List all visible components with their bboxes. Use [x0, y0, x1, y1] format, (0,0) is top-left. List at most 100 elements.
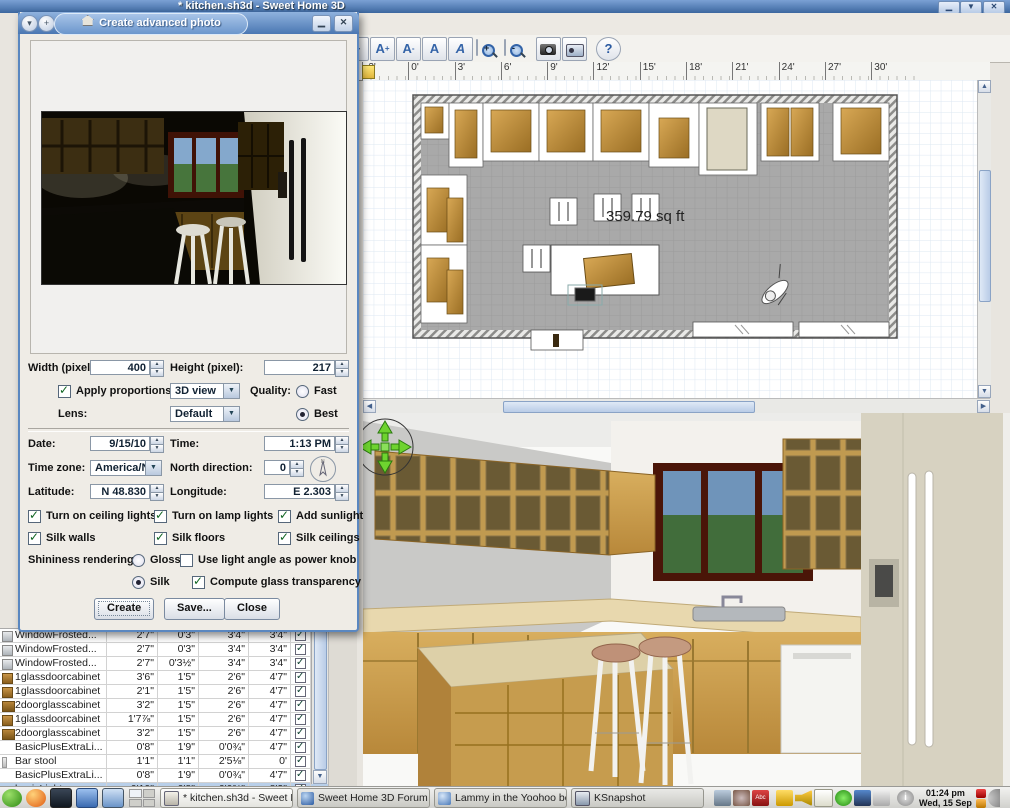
scroll-left-icon[interactable]: ◀	[363, 400, 376, 413]
apply-proportions-checkbox[interactable]	[58, 385, 71, 398]
save-button[interactable]: Save...	[164, 598, 225, 620]
scroll-down-icon[interactable]: ▼	[978, 385, 991, 398]
table-row[interactable]: 1glassdoorcabinet 1'7⅞" 1'5" 2'6" 4'7"	[0, 713, 356, 727]
furniture-visible-checkbox[interactable]	[291, 699, 311, 712]
mail-launcher-icon[interactable]	[102, 788, 124, 808]
furniture-list[interactable]: WindowFrosted... 2'7" 0'3" 3'4" 3'4" Win…	[0, 628, 356, 787]
lamp-lights-checkbox[interactable]	[154, 510, 167, 523]
silk-floors-checkbox[interactable]	[154, 532, 167, 545]
furniture-visible-checkbox[interactable]	[291, 643, 311, 656]
north-direction-field[interactable]: 0	[264, 460, 290, 475]
furniture-visible-checkbox[interactable]	[291, 727, 311, 740]
longitude-spinner[interactable]: ▲▼	[335, 484, 347, 499]
italic-button[interactable]: A	[448, 37, 473, 61]
table-row[interactable]: 2doorglasscabinet 3'2" 1'5" 2'6" 4'7"	[0, 699, 356, 713]
volume-tray-icon[interactable]	[795, 790, 812, 806]
silk-walls-checkbox[interactable]	[28, 532, 41, 545]
dialog-minimize-icon[interactable]: ▁	[312, 15, 331, 32]
table-row[interactable]: Bar stool 1'1" 1'1" 2'5⅛" 0'	[0, 755, 356, 769]
table-row[interactable]: BasicPlusExtraLi... 0'8" 1'9" 0'0¾" 4'7"	[0, 769, 356, 783]
dialog-titlebar[interactable]: ▾ + Create advanced photo ▁ ✕	[18, 12, 359, 34]
date-spinner[interactable]: ▲▼	[150, 436, 162, 451]
close-button[interactable]: ✕	[983, 1, 1005, 13]
table-row[interactable]: 2doorglasscabinet 3'2" 1'5" 2'6" 4'7"	[0, 727, 356, 741]
panel-hide-handle[interactable]	[988, 789, 1000, 807]
plan-vertical-scrollbar[interactable]: ▲ ▼	[977, 80, 991, 398]
width-field[interactable]: 400	[90, 360, 150, 375]
scroll-up-icon[interactable]: ▲	[978, 80, 991, 93]
create-button[interactable]: Create	[94, 598, 154, 620]
latitude-field[interactable]: N 48.830	[90, 484, 150, 499]
desktop-share-tray-icon[interactable]	[854, 790, 871, 806]
firefox-launcher-icon[interactable]	[26, 789, 46, 807]
sunlight-checkbox[interactable]	[278, 510, 291, 523]
task-button[interactable]: Sweet Home 3D Forum	[297, 788, 430, 808]
calendar-alert-icon[interactable]	[976, 799, 986, 808]
scroll-down-icon[interactable]: ▼	[313, 770, 327, 784]
furniture-visible-checkbox[interactable]	[291, 713, 311, 726]
north-direction-compass[interactable]: N	[310, 456, 336, 482]
task-button[interactable]: * kitchen.sh3d - Sweet H	[160, 788, 293, 808]
window-shade-icon[interactable]: ▾	[21, 15, 38, 32]
create-video-button[interactable]	[562, 37, 587, 61]
longitude-field[interactable]: E 2.303	[264, 484, 335, 499]
desktop-pager[interactable]	[129, 789, 155, 807]
terminal-launcher-icon[interactable]	[50, 788, 72, 808]
table-row[interactable]: WindowFrosted... 2'7" 0'3" 3'4" 3'4"	[0, 643, 356, 657]
info-tray-icon[interactable]: i	[897, 790, 914, 806]
latitude-spinner[interactable]: ▲▼	[150, 484, 162, 499]
view-combobox[interactable]: 3D view▼	[170, 383, 240, 399]
timezone-combobox[interactable]: America/N...▼	[90, 460, 162, 476]
updater-tray-icon[interactable]	[835, 790, 852, 806]
table-row[interactable]: 1glassdoorcabinet 2'1" 1'5" 2'6" 4'7"	[0, 685, 356, 699]
task-button[interactable]: KSnapshot	[571, 788, 704, 808]
dialog-close-icon[interactable]: ✕	[334, 15, 353, 32]
width-spinner[interactable]: ▲▼	[150, 360, 162, 375]
furniture-visible-checkbox[interactable]	[291, 685, 311, 698]
gimp-tray-icon[interactable]	[733, 790, 750, 806]
display-tray-icon[interactable]	[714, 790, 731, 806]
light-angle-power-knob-checkbox[interactable]	[180, 554, 193, 567]
increase-text-size-button[interactable]: A+	[370, 37, 395, 61]
table-row[interactable]: WindowFrosted... 2'7" 0'3½" 3'4" 3'4"	[0, 657, 356, 671]
time-field[interactable]: 1:13 PM	[264, 436, 335, 451]
decrease-text-size-button[interactable]: A-	[396, 37, 421, 61]
silk-radio[interactable]	[132, 576, 145, 589]
date-field[interactable]: 9/15/10	[90, 436, 150, 451]
clipboard-tray-icon[interactable]	[814, 789, 833, 807]
help-button[interactable]: ?	[596, 37, 621, 61]
furniture-visible-checkbox[interactable]	[291, 769, 311, 782]
silk-ceilings-checkbox[interactable]	[278, 532, 291, 545]
height-spinner[interactable]: ▲▼	[335, 360, 347, 375]
furniture-visible-checkbox[interactable]	[291, 657, 311, 670]
height-field[interactable]: 217	[264, 360, 335, 375]
glossy-radio[interactable]	[132, 554, 145, 567]
bold-button[interactable]: A	[422, 37, 447, 61]
close-button-dialog[interactable]: Close	[224, 598, 280, 620]
zoom-in-icon[interactable]: +	[476, 39, 478, 56]
quality-fast-radio[interactable]	[296, 385, 309, 398]
window-pin-icon[interactable]: +	[38, 15, 55, 32]
maximize-button[interactable]: ▼	[960, 1, 982, 13]
time-spinner[interactable]: ▲▼	[335, 436, 347, 451]
furniture-visible-checkbox[interactable]	[291, 755, 311, 768]
taskbar-clock[interactable]: 01:24 pm Wed, 15 Sep	[919, 788, 972, 808]
furniture-list-scrollbar[interactable]: ▼	[311, 628, 328, 784]
plan-horizontal-scrollbar[interactable]: ◀ ▶	[363, 398, 990, 413]
furniture-visible-checkbox[interactable]	[291, 741, 311, 754]
table-row[interactable]: 1glassdoorcabinet 3'6" 1'5" 2'6" 4'7"	[0, 671, 356, 685]
task-button[interactable]: Lammy in the Yoohoo bo	[434, 788, 567, 808]
folder-tray-icon[interactable]	[776, 790, 793, 806]
panel-splitter[interactable]	[328, 628, 357, 786]
lens-combobox[interactable]: Default▼	[170, 406, 240, 422]
3d-view-canvas[interactable]	[363, 413, 1010, 786]
window-list-icon[interactable]	[76, 788, 98, 808]
zoom-out-icon[interactable]: -	[504, 39, 506, 56]
quality-best-radio[interactable]	[296, 408, 309, 421]
floor-plan-canvas[interactable]: 359.79 sq ft ▲ ▼ ◀ ▶	[363, 80, 990, 398]
north-direction-spinner[interactable]: ▲▼	[290, 460, 302, 475]
kde-menu-icon[interactable]	[2, 789, 22, 807]
minimize-button[interactable]: ▁	[938, 1, 960, 13]
klipper-tray-icon[interactable]	[873, 790, 890, 806]
ceiling-lights-checkbox[interactable]	[28, 510, 41, 523]
